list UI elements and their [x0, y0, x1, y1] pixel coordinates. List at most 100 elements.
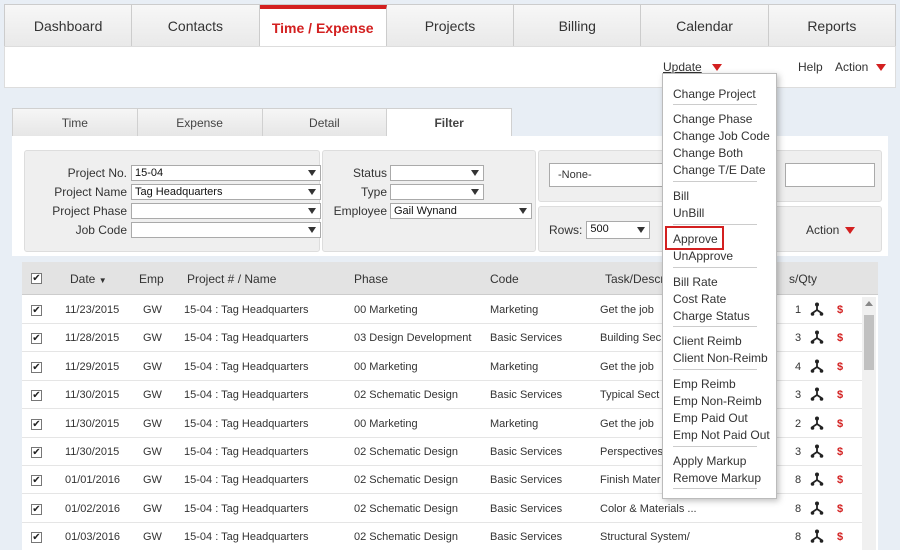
criteria-select[interactable]: -None- [549, 163, 667, 187]
split-icon[interactable] [810, 359, 824, 373]
split-icon[interactable] [810, 472, 824, 487]
criteria-input[interactable] [785, 163, 875, 187]
menu-item-client-non-reimb[interactable]: Client Non-Reimb [673, 351, 768, 365]
scrollbar-thumb[interactable] [864, 315, 874, 370]
dollar-icon[interactable]: $ [837, 531, 843, 543]
tab-projects[interactable]: Projects [386, 5, 515, 46]
status-filter-panel: Status Type Employee Gail Wynand [322, 150, 536, 252]
subtab-filter[interactable]: Filter [386, 108, 512, 136]
row-phase: 02 Schematic Design [354, 531, 458, 544]
split-icon[interactable] [810, 529, 824, 543]
menu-item-remove-markup[interactable]: Remove Markup [673, 471, 761, 485]
menu-item-change-both[interactable]: Change Both [673, 146, 743, 160]
emp-column-header[interactable]: Emp [139, 272, 164, 286]
tab-dashboard[interactable]: Dashboard [5, 5, 133, 46]
split-icon[interactable] [810, 501, 824, 515]
tab-contacts[interactable]: Contacts [132, 5, 260, 46]
dollar-icon[interactable]: $ [837, 503, 843, 515]
split-icon[interactable] [810, 444, 824, 458]
dollar-icon[interactable]: $ [837, 474, 843, 486]
menu-separator [673, 326, 757, 327]
project-no-value: 15-04 [135, 167, 164, 179]
chevron-down-icon [308, 170, 316, 176]
action-menu-button[interactable]: Action [835, 60, 887, 74]
status-select[interactable] [390, 165, 484, 181]
table-row[interactable]: ✔ 01/03/2016 GW 15-04 : Tag Headquarters 02 … [22, 523, 862, 550]
row-date: 11/30/2015 [65, 417, 120, 430]
menu-item-change-phase[interactable]: Change Phase [673, 112, 752, 126]
project-column-header[interactable]: Project # / Name [187, 272, 276, 286]
row-checkbox[interactable]: ✔ [31, 503, 42, 515]
row-checkbox[interactable]: ✔ [31, 333, 42, 345]
split-icon[interactable] [810, 416, 824, 430]
help-link[interactable]: Help [798, 60, 823, 74]
menu-item-bill[interactable]: Bill [673, 189, 689, 203]
date-column-header[interactable]: Date ▼ [70, 272, 107, 286]
dollar-icon[interactable]: $ [837, 418, 843, 430]
dollar-icon[interactable]: $ [837, 304, 843, 316]
menu-item-unbill[interactable]: UnBill [673, 206, 704, 220]
filter-action-button[interactable]: Action [806, 223, 856, 237]
row-qty: 1 [795, 304, 802, 316]
row-code: Basic Services [490, 332, 563, 345]
row-checkbox[interactable]: ✔ [31, 532, 42, 544]
menu-item-charge-status[interactable]: Charge Status [673, 309, 750, 323]
row-checkbox[interactable]: ✔ [31, 361, 42, 373]
rows-value: 500 [590, 223, 609, 235]
menu-item-change-job-code[interactable]: Change Job Code [673, 129, 770, 143]
dollar-icon[interactable]: $ [837, 389, 843, 401]
split-icon[interactable] [810, 330, 824, 345]
dollar-icon[interactable]: $ [837, 446, 843, 458]
tab-reports[interactable]: Reports [768, 5, 895, 46]
menu-item-apply-markup[interactable]: Apply Markup [673, 454, 746, 468]
subtab-detail[interactable]: Detail [261, 108, 387, 136]
row-checkbox[interactable]: ✔ [31, 475, 42, 487]
job-code-select[interactable] [131, 222, 321, 238]
scroll-up-icon[interactable] [865, 301, 873, 306]
dollar-icon[interactable]: $ [837, 332, 843, 344]
menu-item-bill-rate[interactable]: Bill Rate [673, 275, 718, 289]
select-all-checkbox[interactable]: ✔ [31, 273, 42, 284]
subtab-time[interactable]: Time [12, 108, 137, 136]
qty-column-header[interactable]: s/Qty [789, 272, 817, 286]
row-checkbox[interactable]: ✔ [31, 390, 42, 402]
menu-item-client-reimb[interactable]: Client Reimb [673, 334, 742, 348]
tab-calendar[interactable]: Calendar [641, 5, 769, 46]
row-checkbox[interactable]: ✔ [31, 305, 42, 316]
project-name-select[interactable]: Tag Headquarters [131, 184, 321, 200]
rows-select[interactable]: 500 [586, 221, 651, 239]
menu-item-change-t-e-date[interactable]: Change T/E Date [673, 163, 766, 177]
split-icon[interactable] [810, 387, 824, 401]
chevron-down-icon [308, 208, 316, 214]
task-column-header[interactable]: Task/Descr [605, 272, 664, 286]
subtab-expense[interactable]: Expense [136, 108, 262, 136]
employee-select[interactable]: Gail Wynand [390, 203, 532, 219]
table-scrollbar[interactable] [862, 297, 876, 550]
menu-item-approve[interactable]: Approve [673, 232, 718, 246]
menu-separator [673, 369, 757, 370]
menu-separator [673, 181, 757, 182]
menu-item-unapprove[interactable]: UnApprove [673, 249, 733, 263]
row-emp: GW [143, 389, 162, 402]
update-menu-button[interactable]: Update [663, 60, 722, 74]
project-no-select[interactable]: 15-04 [131, 165, 321, 181]
row-checkbox[interactable]: ✔ [31, 418, 42, 430]
update-label: Update [663, 60, 702, 74]
menu-item-emp-reimb[interactable]: Emp Reimb [673, 377, 736, 391]
code-column-header[interactable]: Code [490, 272, 519, 286]
project-phase-select[interactable] [131, 203, 321, 219]
tab-billing[interactable]: Billing [514, 5, 642, 46]
dollar-icon[interactable]: $ [837, 361, 843, 373]
row-phase: 02 Schematic Design [354, 446, 458, 458]
caret-down-icon [845, 226, 856, 234]
type-select[interactable] [390, 184, 484, 200]
menu-item-change-project[interactable]: Change Project [673, 87, 756, 101]
menu-item-emp-non-reimb[interactable]: Emp Non-Reimb [673, 394, 762, 408]
menu-item-cost-rate[interactable]: Cost Rate [673, 292, 726, 306]
tab-time-expense[interactable]: Time / Expense [259, 5, 387, 46]
split-icon[interactable] [810, 302, 824, 316]
phase-column-header[interactable]: Phase [354, 272, 388, 286]
menu-item-emp-not-paid-out[interactable]: Emp Not Paid Out [673, 428, 770, 442]
menu-item-emp-paid-out[interactable]: Emp Paid Out [673, 411, 748, 425]
row-checkbox[interactable]: ✔ [31, 447, 42, 458]
